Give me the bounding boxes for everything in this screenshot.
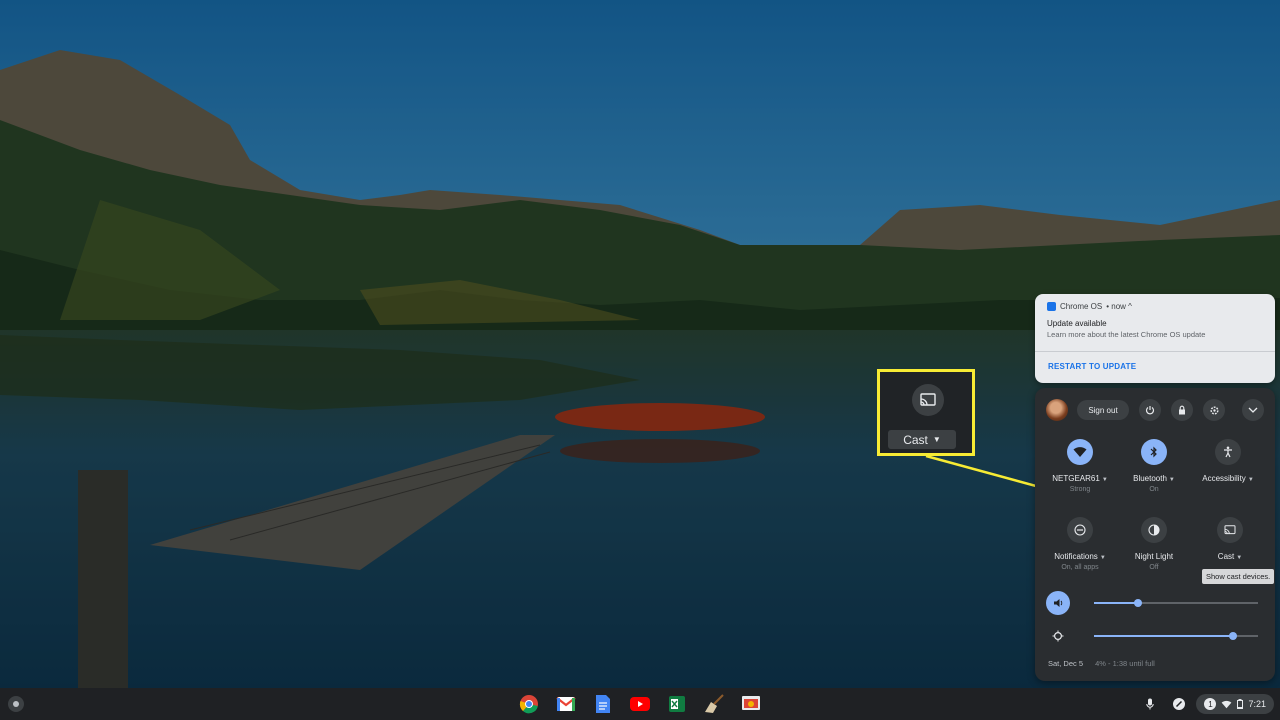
shelf: 1 7:21 xyxy=(0,688,1280,720)
notification-count-badge: 1 xyxy=(1204,698,1216,710)
chrome-remote-icon[interactable] xyxy=(740,693,762,715)
notification-app-name: Chrome OS xyxy=(1060,302,1102,311)
cast-label: Cast xyxy=(1218,552,1234,561)
cast-callout-highlight: Cast▼ xyxy=(877,369,975,456)
clock-time: 7:21 xyxy=(1248,699,1266,709)
tile-notifications[interactable]: Notifications▼ On, all apps xyxy=(1045,517,1115,571)
notification-body: Learn more about the latest Chrome OS up… xyxy=(1047,330,1205,339)
volume-slider-row xyxy=(1046,591,1266,615)
youtube-icon[interactable] xyxy=(629,693,651,715)
caret-down-icon: ▼ xyxy=(1236,555,1242,561)
brightness-icon[interactable] xyxy=(1046,624,1070,648)
tile-cast[interactable]: Cast▼ xyxy=(1195,517,1265,561)
update-notification[interactable]: Chrome OS • now ^ Update available Learn… xyxy=(1035,294,1275,383)
stylus-tools-icon[interactable] xyxy=(1170,695,1188,713)
status-area-button[interactable]: 1 7:21 xyxy=(1196,694,1274,714)
user-avatar[interactable] xyxy=(1046,399,1068,421)
gmail-icon[interactable] xyxy=(555,693,577,715)
notifications-status: On, all apps xyxy=(1045,564,1115,571)
cast-icon[interactable] xyxy=(1217,517,1243,543)
tray-footer: Sat, Dec 5 4% - 1:38 until full xyxy=(1048,659,1155,668)
bluetooth-label: Bluetooth xyxy=(1133,474,1167,483)
caret-down-icon: ▼ xyxy=(1102,477,1108,483)
night-light-label: Night Light xyxy=(1119,552,1189,561)
settings-gear-icon[interactable] xyxy=(1203,399,1225,421)
sheets-icon[interactable] xyxy=(666,693,688,715)
restart-to-update-button[interactable]: RESTART TO UPDATE xyxy=(1048,362,1136,371)
notifications-label: Notifications xyxy=(1054,552,1098,561)
launcher-button[interactable] xyxy=(8,696,24,712)
brightness-slider-row xyxy=(1046,624,1266,648)
caret-down-icon: ▼ xyxy=(1248,477,1254,483)
bluetooth-icon[interactable] xyxy=(1141,439,1167,465)
tile-accessibility[interactable]: Accessibility▼ xyxy=(1193,439,1263,483)
chrome-os-app-icon xyxy=(1047,302,1056,311)
tile-night-light[interactable]: Night Light Off xyxy=(1119,517,1189,571)
quick-settings-tray: Sign out NETGEAR61▼ Strong Bluetooth▼ On… xyxy=(1035,388,1275,681)
docs-icon[interactable] xyxy=(592,693,614,715)
cast-icon xyxy=(912,384,944,416)
notification-time[interactable]: • now ^ xyxy=(1106,302,1132,311)
date-label[interactable]: Sat, Dec 5 xyxy=(1048,659,1083,668)
accessibility-label: Accessibility xyxy=(1202,474,1246,483)
caret-down-icon: ▼ xyxy=(1100,555,1106,561)
brightness-slider[interactable] xyxy=(1094,635,1258,637)
chevron-down-icon[interactable] xyxy=(1242,399,1264,421)
caret-down-icon: ▼ xyxy=(1169,477,1175,483)
wifi-status: Strong xyxy=(1045,486,1115,493)
wifi-label: NETGEAR61 xyxy=(1052,474,1100,483)
lock-icon[interactable] xyxy=(1171,399,1193,421)
cleaner-app-icon[interactable] xyxy=(703,693,725,715)
chrome-icon[interactable] xyxy=(518,693,540,715)
microphone-icon[interactable] xyxy=(1141,695,1159,713)
notification-header: Chrome OS • now ^ xyxy=(1047,302,1132,311)
battery-status: 4% - 1:38 until full xyxy=(1095,659,1155,668)
do-not-disturb-icon[interactable] xyxy=(1067,517,1093,543)
cast-callout-label: Cast▼ xyxy=(888,430,956,449)
accessibility-icon[interactable] xyxy=(1215,439,1241,465)
power-icon[interactable] xyxy=(1139,399,1161,421)
cast-tooltip: Show cast devices. xyxy=(1202,569,1274,584)
notification-divider xyxy=(1035,351,1275,352)
wifi-status-icon xyxy=(1221,700,1232,709)
night-light-status: Off xyxy=(1119,564,1189,571)
tile-wifi[interactable]: NETGEAR61▼ Strong xyxy=(1045,439,1115,493)
brightness-slider-handle[interactable] xyxy=(1229,632,1237,640)
bluetooth-status: On xyxy=(1119,486,1189,493)
tile-bluetooth[interactable]: Bluetooth▼ On xyxy=(1119,439,1189,493)
volume-slider-handle[interactable] xyxy=(1134,599,1142,607)
battery-icon xyxy=(1237,699,1243,709)
wifi-icon[interactable] xyxy=(1067,439,1093,465)
volume-icon[interactable] xyxy=(1046,591,1070,615)
night-light-icon[interactable] xyxy=(1141,517,1167,543)
volume-slider-fill xyxy=(1094,602,1138,604)
sign-out-button[interactable]: Sign out xyxy=(1077,400,1129,420)
volume-slider[interactable] xyxy=(1094,602,1258,604)
brightness-slider-fill xyxy=(1094,635,1233,637)
notification-title: Update available xyxy=(1047,319,1107,328)
